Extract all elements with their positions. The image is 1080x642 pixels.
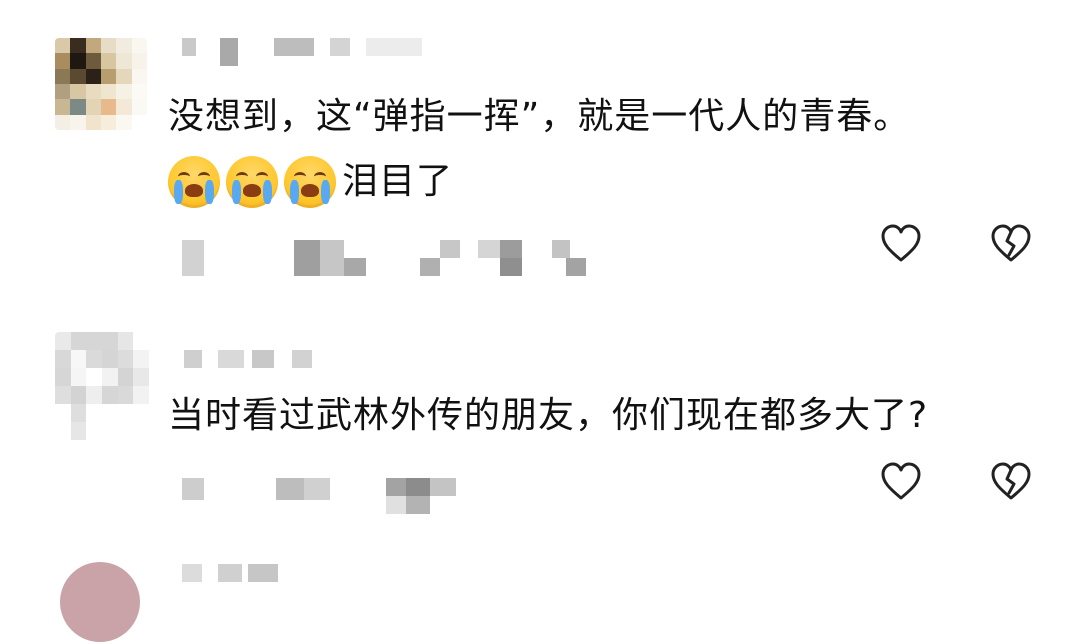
comment-meta-blurred: [168, 240, 608, 276]
comment-text-line1: 没想到，这“弹指一挥”，就是一代人的青春。: [168, 96, 911, 137]
crying-face-icon: [284, 156, 336, 208]
avatar[interactable]: [55, 38, 147, 130]
crying-face-icon: [226, 156, 278, 208]
heart-outline-icon[interactable]: [879, 460, 923, 504]
username-blurred[interactable]: [168, 350, 328, 372]
heart-outline-icon[interactable]: [879, 222, 923, 266]
crying-face-icon: [168, 156, 220, 208]
username-blurred[interactable]: [168, 38, 428, 66]
avatar[interactable]: [60, 562, 140, 642]
avatar[interactable]: [55, 332, 149, 440]
comment-text: 没想到，这“弹指一挥”，就是一代人的青春。: [168, 93, 910, 141]
comment-text-line2: 泪目了: [342, 161, 454, 202]
broken-heart-icon[interactable]: [989, 222, 1033, 266]
username-blurred[interactable]: [168, 564, 328, 586]
comment-text-line2-row: 泪目了: [168, 155, 453, 209]
comment-meta-blurred: [168, 478, 468, 514]
broken-heart-icon[interactable]: [989, 460, 1033, 504]
comment-text-line1: 当时看过武林外传的朋友，你们现在都多大了?: [168, 395, 929, 436]
comment-text: 当时看过武林外传的朋友，你们现在都多大了?: [168, 392, 928, 440]
